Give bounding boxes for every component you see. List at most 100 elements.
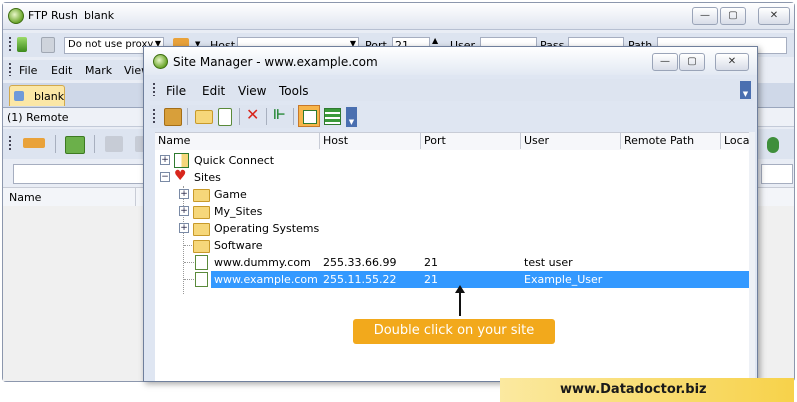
site-tree[interactable]: + Quick Connect − ♥ Sites + Game + My_Si… (155, 150, 749, 381)
site-settings-icon[interactable] (164, 108, 182, 126)
tree-item-label: Quick Connect (194, 154, 275, 167)
tree-item-label: Operating Systems (214, 222, 320, 235)
remote-path-input-right[interactable] (761, 164, 793, 184)
sm-menu-edit[interactable]: Edit (202, 84, 225, 98)
minimize-button[interactable]: — (692, 7, 718, 25)
disconnect-icon[interactable] (41, 37, 55, 53)
site-user: test user (524, 256, 573, 269)
tree-item-folder[interactable]: Software (155, 237, 748, 254)
site-name: www.example.com (214, 273, 318, 286)
toolbar-separator (266, 108, 267, 125)
toolbar-separator (94, 135, 95, 153)
new-folder-icon[interactable] (195, 110, 213, 124)
minimize-button[interactable]: — (652, 53, 678, 71)
close-button[interactable]: ✕ (715, 53, 749, 71)
toolbar-grip[interactable] (9, 37, 11, 51)
column-remote-path-label: Remote Path (624, 134, 695, 147)
column-remote-path[interactable]: Remote Path (621, 133, 721, 149)
tree-item-sites[interactable]: − ♥ Sites (155, 169, 748, 186)
column-port-label: Port (424, 134, 446, 147)
refresh-icon[interactable] (65, 136, 85, 154)
vertical-scrollbar[interactable] (749, 132, 755, 381)
menu-file[interactable]: File (19, 64, 37, 77)
delete-icon[interactable]: ✕ (246, 105, 259, 124)
tab-blank[interactable]: blank (9, 85, 65, 106)
tree-view-toggle-icon[interactable] (298, 105, 320, 127)
column-name-label: Name (158, 134, 191, 147)
menu-overflow-chevron-icon[interactable]: ▼ (740, 81, 751, 99)
app-logo-icon (8, 8, 24, 24)
quick-connect-icon (174, 153, 189, 168)
sm-menu-file[interactable]: File (166, 84, 186, 98)
folder-icon (193, 189, 210, 202)
tab-icon (14, 91, 24, 101)
site-row-selected[interactable]: www.example.com 255.11.55.22 21 Example_… (155, 271, 749, 288)
menu-grip[interactable] (153, 83, 155, 96)
tree-line (184, 262, 194, 263)
column-name[interactable]: Name (155, 133, 320, 149)
port-spin-up-icon[interactable]: ▲ (432, 36, 438, 45)
tree-item-folder[interactable]: + Operating Systems (155, 220, 748, 237)
site-row[interactable]: www.dummy.com 255.33.66.99 21 test user (155, 254, 748, 271)
brand-banner: www.Datadoctor.biz (500, 378, 794, 402)
menu-grip[interactable] (9, 63, 11, 76)
app-logo-icon (153, 54, 168, 69)
tree-item-label: Game (214, 188, 247, 201)
column-divider[interactable] (135, 188, 136, 206)
app-title: FTP Rush (28, 9, 78, 22)
pointer-arrow-head-icon (455, 285, 465, 293)
new-site-icon[interactable] (218, 108, 232, 126)
remote-path-input[interactable] (13, 164, 145, 184)
column-user-label: User (524, 134, 550, 147)
sm-menu-tools[interactable]: Tools (279, 84, 309, 98)
column-local[interactable]: Local (721, 133, 753, 149)
expand-icon[interactable]: + (179, 223, 189, 233)
toolbar-separator (187, 108, 188, 125)
folder-icon (193, 240, 210, 253)
tree-item-label: Software (214, 239, 263, 252)
site-list-header: Name Host Port User Remote Path Local (155, 132, 753, 151)
site-manager-title: Site Manager - www.example.com (173, 55, 378, 69)
document-title: blank (84, 9, 115, 22)
tree-item-quick-connect[interactable]: + Quick Connect (155, 152, 748, 169)
proxy-select-value: Do not use proxy (68, 39, 154, 50)
list-view-toggle-icon[interactable] (324, 108, 341, 125)
toolbar-grip[interactable] (9, 136, 11, 151)
toolbar-grip[interactable] (153, 109, 155, 123)
folder-icon (193, 223, 210, 236)
column-user[interactable]: User (521, 133, 621, 149)
site-icon (195, 255, 208, 270)
site-host: 255.33.66.99 (323, 256, 397, 269)
instruction-callout: Double click on your site (353, 319, 555, 344)
tree-item-folder[interactable]: + My_Sites (155, 203, 748, 220)
collapse-icon[interactable]: − (160, 172, 170, 182)
main-menu-bar: File Edit Mark View (3, 60, 153, 80)
column-port[interactable]: Port (421, 133, 521, 149)
menu-edit[interactable]: Edit (51, 64, 72, 77)
connect-site-icon[interactable]: ⊩ (273, 107, 286, 123)
column-host-label: Host (323, 134, 349, 147)
sm-menu-view[interactable]: View (238, 84, 266, 98)
toolbar-overflow-chevron-icon[interactable]: ▼ (346, 107, 357, 127)
site-port: 21 (424, 273, 438, 286)
name-column-header[interactable]: Name (9, 191, 41, 204)
menu-mark[interactable]: Mark (85, 64, 112, 77)
maximize-button[interactable]: ▢ (720, 7, 746, 25)
tree-item-folder[interactable]: + Game (155, 186, 748, 203)
maximize-button[interactable]: ▢ (679, 53, 705, 71)
connect-icon[interactable] (23, 138, 45, 148)
expand-icon[interactable]: + (160, 155, 170, 165)
expand-icon[interactable]: + (179, 206, 189, 216)
column-host[interactable]: Host (320, 133, 421, 149)
close-button[interactable]: ✕ (758, 7, 790, 25)
expand-icon[interactable]: + (179, 189, 189, 199)
site-icon (195, 272, 208, 287)
site-manager-title-bar: Site Manager - www.example.com — ▢ ✕ (144, 47, 757, 75)
sites-heart-icon: ♥ (174, 168, 187, 184)
connect-icon[interactable] (17, 37, 27, 52)
toolbar-separator (293, 108, 294, 125)
sync-icon[interactable] (767, 137, 779, 153)
parent-folder-icon[interactable] (105, 136, 123, 152)
site-user: Example_User (524, 273, 603, 286)
remote-panel-title: (1) Remote (7, 111, 69, 124)
